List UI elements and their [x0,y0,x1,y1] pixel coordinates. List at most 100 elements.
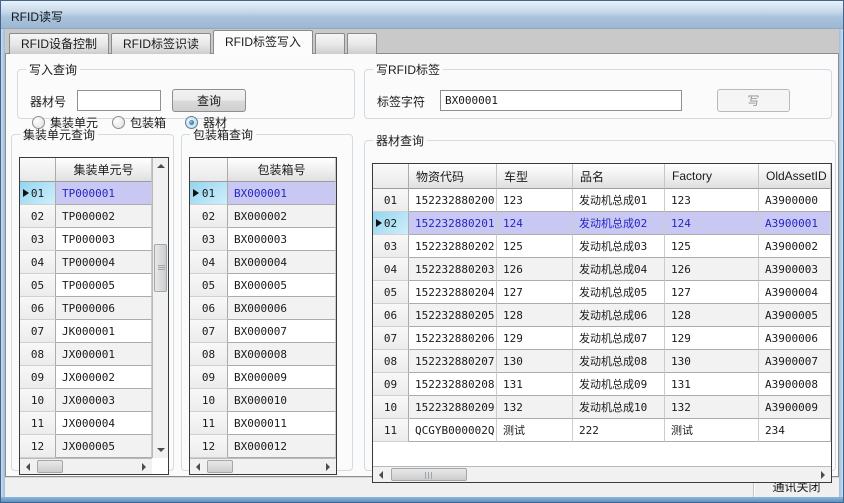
box-table-row[interactable]: 04BX000004 [190,251,336,274]
table-cell[interactable]: 发动机总成04 [573,258,665,281]
row-header[interactable]: 05 [373,281,409,304]
row-header[interactable]: 03 [20,228,56,251]
table-cell[interactable]: A3900006 [759,327,831,350]
table-cell[interactable]: 234 [759,419,831,442]
equipment-table-row[interactable]: 03152232880202125发动机总成03125A3900002 [373,235,831,258]
unit-table-row[interactable]: 07JK000001 [20,320,152,343]
table-cell[interactable]: 152232880203 [409,258,497,281]
box-table-row[interactable]: 10BX000010 [190,389,336,412]
titlebar[interactable]: RFID读写 [1,1,843,29]
unit-table-vscrollbar[interactable] [152,158,168,458]
table-cell[interactable]: 发动机总成10 [573,396,665,419]
unit-table-row[interactable]: 12JX000005 [20,435,152,458]
column-header[interactable]: 品名 [573,164,665,189]
tab-blank-1[interactable] [315,33,345,54]
table-cell[interactable]: A3900007 [759,350,831,373]
row-header[interactable]: 04 [190,251,228,274]
scroll-right-icon[interactable] [815,467,831,483]
row-header[interactable]: 11 [190,412,228,435]
table-cell[interactable]: JK000001 [56,320,152,343]
table-cell[interactable]: 125 [665,235,759,258]
table-cell[interactable]: QCGYB000002Q [409,419,497,442]
table-cell[interactable]: 发动机总成03 [573,235,665,258]
table-cell[interactable]: TP000005 [56,274,152,297]
row-header[interactable]: 07 [20,320,56,343]
table-cell[interactable]: 152232880208 [409,373,497,396]
table-cell[interactable]: A3900002 [759,235,831,258]
unit-table-row[interactable]: 08JX000001 [20,343,152,366]
table-cell[interactable]: BX000004 [228,251,336,274]
box-table-row[interactable]: 09BX000009 [190,366,336,389]
row-header[interactable]: 11 [20,412,56,435]
box-table-row[interactable]: 06BX000006 [190,297,336,320]
table-cell[interactable]: A3900001 [759,212,831,235]
table-cell[interactable]: 125 [497,235,573,258]
table-cell[interactable]: 130 [665,350,759,373]
row-header[interactable]: 05 [190,274,228,297]
row-header[interactable]: 01 [373,189,409,212]
table-cell[interactable]: BX000011 [228,412,336,435]
equipment-no-input[interactable] [77,90,161,111]
table-cell[interactable]: A3900000 [759,189,831,212]
table-cell[interactable]: 123 [497,189,573,212]
table-cell[interactable]: BX000008 [228,343,336,366]
row-header[interactable]: 04 [20,251,56,274]
table-cell[interactable]: 123 [665,189,759,212]
scroll-right-icon[interactable] [320,459,336,475]
table-cell[interactable]: 126 [665,258,759,281]
table-cell[interactable]: 发动机总成06 [573,304,665,327]
table-cell[interactable]: 152232880206 [409,327,497,350]
table-cell[interactable]: TP000002 [56,205,152,228]
tab-rfid-device-control[interactable]: RFID设备控制 [9,33,109,54]
equipment-table-row[interactable]: 02152232880201124发动机总成02124A3900001 [373,212,831,235]
table-cell[interactable]: 发动机总成02 [573,212,665,235]
select-all-corner[interactable] [20,158,56,182]
scroll-up-icon[interactable] [153,158,169,174]
table-cell[interactable]: A3900004 [759,281,831,304]
unit-table-row[interactable]: 04TP000004 [20,251,152,274]
box-table-row[interactable]: 05BX000005 [190,274,336,297]
table-cell[interactable]: A3900008 [759,373,831,396]
table-cell[interactable]: 124 [665,212,759,235]
column-header[interactable]: 车型 [497,164,573,189]
row-header[interactable]: 09 [373,373,409,396]
row-header[interactable]: 10 [20,389,56,412]
box-table-row[interactable]: 07BX000007 [190,320,336,343]
scroll-right-icon[interactable] [136,459,152,475]
table-cell[interactable]: BX000006 [228,297,336,320]
equipment-table-hscrollbar[interactable] [373,466,831,482]
table-cell[interactable]: 126 [497,258,573,281]
unit-table-row[interactable]: 06TP000006 [20,297,152,320]
table-cell[interactable]: 127 [665,281,759,304]
hscroll-thumb[interactable] [37,460,63,473]
row-header[interactable]: 10 [373,396,409,419]
scroll-left-icon[interactable] [190,459,206,475]
unit-table-row[interactable]: 02TP000002 [20,205,152,228]
equipment-table-row[interactable]: 07152232880206129发动机总成07129A3900006 [373,327,831,350]
row-header[interactable]: 06 [20,297,56,320]
row-header[interactable]: 09 [20,366,56,389]
row-header[interactable]: 01 [20,182,56,205]
row-header[interactable]: 02 [373,212,409,235]
table-cell[interactable]: BX000009 [228,366,336,389]
table-cell[interactable]: 130 [497,350,573,373]
unit-table-row[interactable]: 11JX000004 [20,412,152,435]
row-header[interactable]: 07 [373,327,409,350]
box-table-row[interactable]: 12BX000012 [190,435,336,458]
table-cell[interactable]: 测试 [665,419,759,442]
table-cell[interactable]: 152232880209 [409,396,497,419]
hscroll-thumb[interactable] [391,468,467,481]
unit-table-row[interactable]: 05TP000005 [20,274,152,297]
table-cell[interactable]: TP000003 [56,228,152,251]
row-header[interactable]: 12 [190,435,228,458]
unit-table-hscrollbar[interactable] [20,458,152,474]
box-table-row[interactable]: 03BX000003 [190,228,336,251]
box-table-row[interactable]: 08BX000008 [190,343,336,366]
hscroll-thumb[interactable] [207,460,233,473]
table-cell[interactable]: TP000006 [56,297,152,320]
unit-table-row[interactable]: 10JX000003 [20,389,152,412]
equipment-table-row[interactable]: 05152232880204127发动机总成05127A3900004 [373,281,831,304]
table-cell[interactable]: BX000012 [228,435,336,458]
row-header[interactable]: 06 [190,297,228,320]
scroll-down-icon[interactable] [153,442,169,458]
